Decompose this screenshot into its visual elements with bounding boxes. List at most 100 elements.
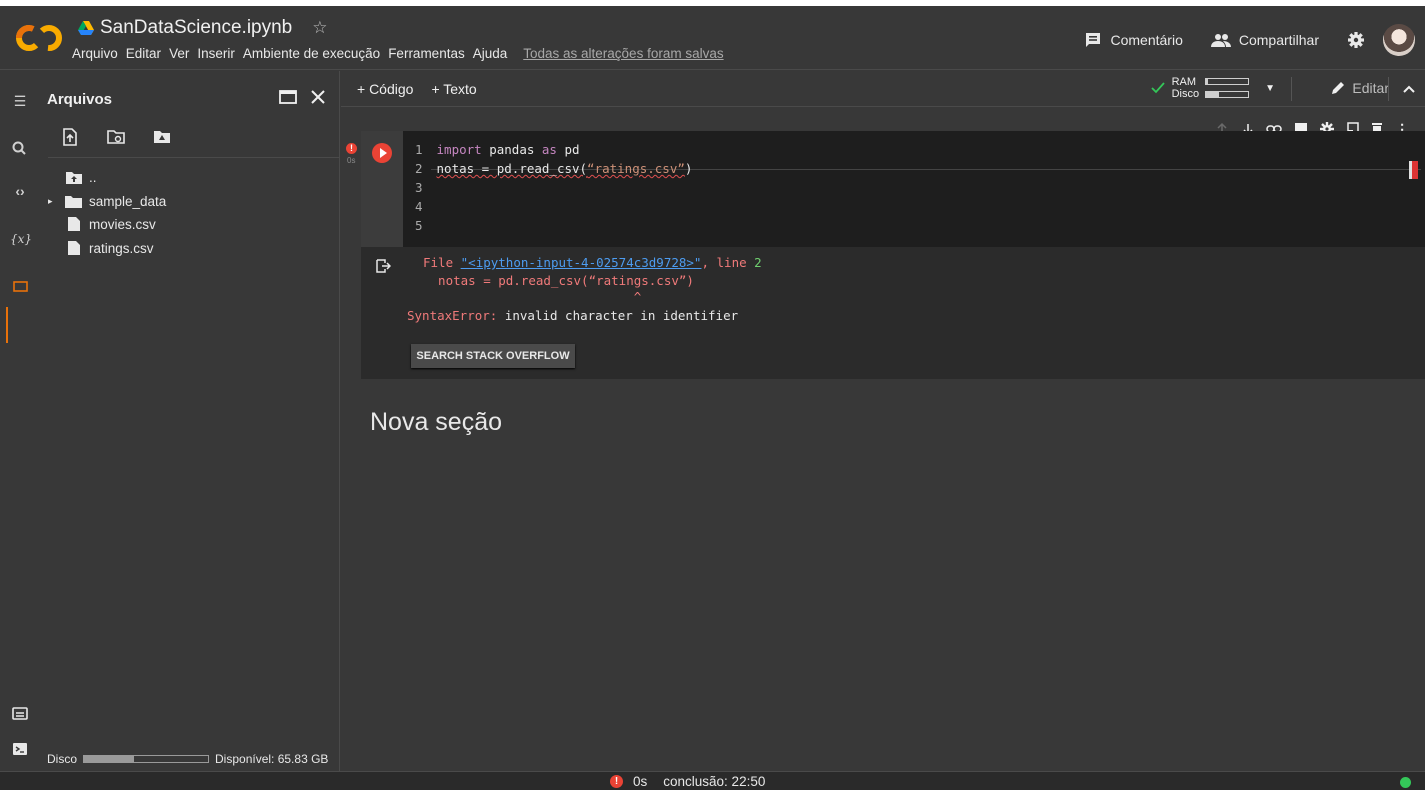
disk-fill: [1206, 92, 1219, 97]
file-item-label: sample_data: [89, 193, 167, 209]
upload-icon[interactable]: [61, 128, 79, 146]
code-token: ): [684, 161, 693, 176]
google-drive-icon: [78, 21, 94, 35]
code-editor[interactable]: 1 import pandas as pd 2 notas = pd.read_…: [403, 131, 1425, 247]
status-time: 0s: [633, 774, 648, 789]
chevron-up-icon[interactable]: [1401, 81, 1417, 97]
traceback-text: File: [423, 255, 461, 270]
pencil-icon: [1332, 82, 1345, 94]
table-of-contents-icon[interactable]: ☰: [10, 91, 30, 111]
star-icon[interactable]: ☆: [312, 18, 327, 38]
code-token: notas = pd.read_csv(“ratings.csv”: [437, 161, 685, 176]
file-item-movies[interactable]: movies.csv: [66, 214, 156, 234]
folder-icon[interactable]: [10, 276, 30, 296]
error-icon: !: [610, 775, 623, 788]
code-snippets-icon[interactable]: ‹›: [10, 181, 30, 201]
mount-drive-icon[interactable]: [153, 128, 171, 146]
insert-buttons: + Código + Texto: [357, 81, 477, 97]
status-completion: conclusão: 22:50: [663, 774, 766, 789]
comment-icon: [1086, 33, 1101, 47]
notebook-title[interactable]: SanDataScience.ipynb: [100, 17, 292, 39]
resource-bars: [1205, 78, 1250, 98]
file-icon: [68, 241, 80, 255]
menu-ajuda[interactable]: Ajuda: [473, 46, 508, 61]
colab-logo[interactable]: [16, 24, 62, 52]
error-type: SyntaxError:: [407, 308, 498, 323]
save-status-link[interactable]: Todas as alterações foram salvas: [523, 46, 723, 61]
ram-label: RAM: [1171, 76, 1197, 88]
exec-time: 0s: [347, 156, 356, 165]
share-button[interactable]: Compartilhar: [1210, 32, 1319, 48]
command-palette-icon[interactable]: [10, 704, 30, 724]
edit-mode-button[interactable]: Editar: [1330, 80, 1389, 96]
resources-indicator[interactable]: RAM Disco ▼: [1150, 76, 1275, 100]
output-menu-icon[interactable]: [375, 258, 391, 274]
add-code-button[interactable]: + Código: [357, 81, 413, 97]
run-cell-button[interactable]: [372, 143, 392, 163]
disk-bar: [1205, 91, 1250, 98]
settings-gear-icon[interactable]: [1347, 31, 1365, 49]
file-item-parent[interactable]: ..: [66, 167, 97, 187]
error-line: SyntaxError: invalid character in identi…: [407, 308, 738, 323]
menu-editar[interactable]: Editar: [126, 46, 161, 61]
connected-check-icon: [1150, 82, 1165, 94]
traceback-caret: ^: [423, 289, 642, 304]
file-icon: [68, 217, 80, 231]
line-number: 1: [415, 142, 423, 157]
close-icon[interactable]: [308, 87, 328, 107]
menu-ver[interactable]: Ver: [169, 46, 189, 61]
menu-ferramentas[interactable]: Ferramentas: [388, 46, 465, 61]
code-text: import pandas as pd: [429, 142, 580, 161]
menu-inserir[interactable]: Inserir: [197, 46, 235, 61]
notebook-title-area: SanDataScience.ipynb ☆: [78, 17, 328, 39]
disk-available: Disponível: 65.83 GB: [215, 752, 329, 766]
resource-labels: RAM Disco: [1172, 76, 1200, 100]
scrollbar-error-marker: [1409, 161, 1418, 179]
add-text-button[interactable]: + Texto: [431, 81, 476, 97]
active-indicator: [6, 307, 8, 343]
disk-label: Disco: [47, 752, 78, 766]
disk-usage: Disco Disponível: 65.83 GB: [47, 752, 328, 766]
execution-status[interactable]: ! 0s conclusão: 22:50: [610, 774, 765, 789]
traceback-line-number: 2: [754, 255, 762, 270]
folder-up-icon: [66, 172, 82, 184]
code-token: pandas: [481, 142, 542, 157]
status-bar: ! 0s conclusão: 22:50: [0, 771, 1425, 790]
file-item-label: ..: [89, 169, 97, 185]
file-item-ratings[interactable]: ratings.csv: [66, 238, 154, 258]
comment-label: Comentário: [1110, 32, 1183, 48]
search-icon[interactable]: [10, 139, 30, 159]
file-item-sample-data[interactable]: ▸ sample_data: [48, 191, 166, 211]
menu-bar: Arquivo Editar Ver Inserir Ambiente de e…: [72, 46, 724, 61]
open-in-tab-icon[interactable]: [278, 87, 298, 107]
side-icon-rail: ☰ ‹› {x}: [0, 71, 40, 771]
keyword: as: [541, 142, 557, 157]
menu-arquivo[interactable]: Arquivo: [72, 46, 118, 61]
comment-button[interactable]: Comentário: [1084, 31, 1183, 49]
file-item-label: movies.csv: [89, 216, 156, 232]
dropdown-arrow-icon[interactable]: ▼: [1265, 83, 1275, 94]
code-line-5: 5: [415, 218, 429, 237]
edit-label: Editar: [1352, 80, 1389, 96]
connection-status-dot: [1400, 777, 1411, 788]
terminal-icon[interactable]: [10, 739, 30, 759]
code-token: pd: [556, 142, 580, 157]
disk-usage-fill: [84, 756, 134, 762]
expand-arrow-icon[interactable]: ▸: [48, 196, 58, 207]
refresh-folder-icon[interactable]: [107, 128, 125, 146]
code-text: notas = pd.read_csv(“ratings.csv”): [429, 161, 693, 180]
traceback-file-link[interactable]: "<ipython-input-4-02574c3d9728>": [461, 255, 702, 270]
user-avatar[interactable]: [1383, 24, 1415, 56]
search-stack-overflow-button[interactable]: SEARCH STACK OVERFLOW: [411, 344, 575, 368]
section-heading: Nova seção: [370, 408, 503, 436]
divider: [1291, 77, 1292, 101]
traceback-code-echo: notas = pd.read_csv(“ratings.csv”): [423, 273, 694, 288]
files-panel-title: Arquivos: [47, 91, 113, 108]
cell-output: File "<ipython-input-4-02574c3d9728>", l…: [405, 255, 762, 330]
notebook-toolbar: + Código + Texto RAM Disco ▼ Editar: [341, 71, 1425, 107]
string-literal: “ratings.csv”: [587, 161, 685, 176]
folder-icon: [65, 196, 82, 208]
line-number: 5: [415, 218, 423, 233]
variables-icon[interactable]: {x}: [10, 229, 32, 249]
menu-ambiente[interactable]: Ambiente de execução: [243, 46, 380, 61]
